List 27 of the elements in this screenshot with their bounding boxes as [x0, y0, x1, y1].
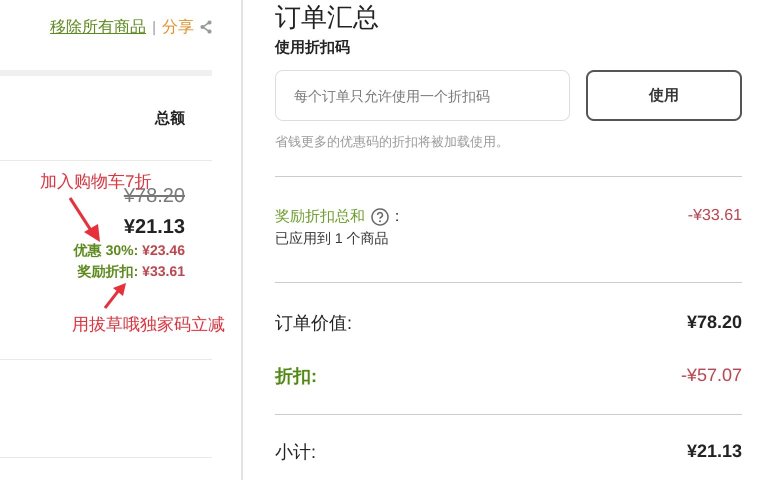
coupon-hint: 省钱更多的优惠码的折扣将被加载使用。 — [275, 133, 510, 151]
discount-line: 奖励折扣: ¥33.61 — [78, 263, 185, 281]
coupon-label: 使用折扣码 — [275, 38, 351, 57]
summary-label: 小计: — [275, 440, 316, 464]
reward-label: 奖励折扣总和 — [275, 207, 365, 226]
remove-all-link[interactable]: 移除所有商品 — [50, 16, 146, 38]
colon: : — [395, 208, 400, 225]
separator: | — [152, 18, 156, 36]
summary-value: -¥57.07 — [680, 365, 742, 386]
annotation-arrow — [68, 196, 102, 244]
item-price: ¥21.13 — [124, 216, 185, 239]
column-header: 总额 — [155, 108, 185, 128]
summary-value: ¥21.13 — [686, 441, 742, 462]
reward-amount: -¥33.61 — [688, 207, 742, 226]
summary-label: 订单价值: — [275, 312, 352, 334]
help-icon[interactable] — [371, 208, 389, 226]
coupon-field[interactable]: 每个订单只允许使用一个折扣码 — [275, 70, 570, 121]
apply-button[interactable]: 使用 — [586, 70, 742, 121]
annotation-arrow — [102, 282, 128, 310]
share-icon[interactable] — [200, 20, 212, 34]
summary-title: 订单汇总 — [275, 1, 380, 34]
share-link[interactable]: 分享 — [162, 16, 194, 38]
reward-note: 已应用到 1 个商品 — [275, 230, 390, 248]
summary-value: ¥78.20 — [686, 312, 742, 333]
annotation-text: 用拔草哦独家码立减 — [72, 314, 225, 336]
summary-label: 折扣: — [275, 364, 317, 388]
discount-line: 优惠 30%: ¥23.46 — [74, 242, 185, 260]
